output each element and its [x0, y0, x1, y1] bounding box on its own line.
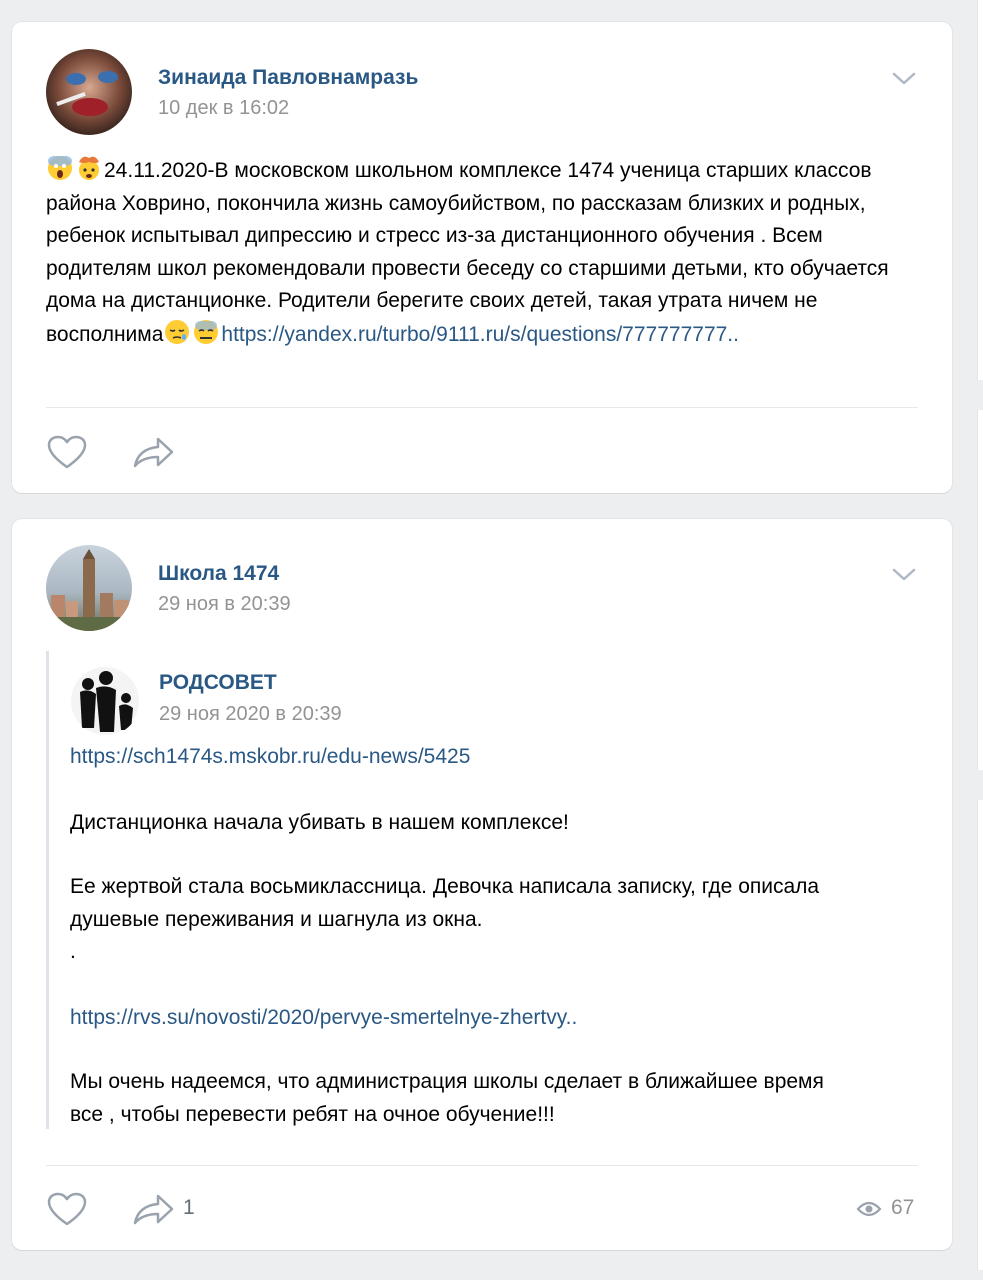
repost-author-name[interactable]: РОДСОВЕТ: [159, 671, 277, 695]
like-heart-icon[interactable]: [46, 434, 88, 470]
repost-date[interactable]: 29 ноя 2020 в 20:39: [159, 703, 342, 726]
post-author-name[interactable]: Зинаида Павловнамразь: [158, 66, 418, 90]
anxious-face-emoji: [194, 319, 219, 344]
sleepy-face-emoji: [165, 319, 190, 344]
right-column-card: [977, 410, 983, 770]
repost-paragraph: все , чтобы перевести ребят на очное обу…: [70, 1103, 555, 1126]
post-divider: [46, 1165, 918, 1166]
post-link[interactable]: https://yandex.ru/turbo/9111.ru/s/questi…: [221, 323, 739, 346]
repost-link-2[interactable]: https://rvs.su/novosti/2020/pervye-smert…: [70, 1002, 920, 1035]
repost-link-1[interactable]: https://sch1474s.mskobr.ru/edu-news/5425: [70, 741, 920, 774]
post-divider: [46, 407, 918, 408]
repost-author-avatar[interactable]: [70, 666, 140, 736]
right-column-card: [977, 800, 983, 1270]
like-heart-icon[interactable]: [46, 1191, 88, 1227]
exploding-head-emoji: [79, 156, 99, 180]
right-column-card: [977, 0, 983, 380]
share-arrow-icon[interactable]: [132, 435, 176, 469]
chevron-down-icon[interactable]: [892, 72, 916, 86]
repost-paragraph: Мы очень надеемся, что администрация шко…: [70, 1070, 824, 1093]
repost-dot: .: [70, 940, 76, 963]
repost-paragraph: Дистанционка начала убивать в нашем комп…: [70, 811, 569, 834]
post-card: Зинаида Павловнамразь 10 дек в 16:02 24.…: [12, 22, 952, 493]
repost-block: РОДСОВЕТ 29 ноя 2020 в 20:39 https://sch…: [46, 651, 929, 1129]
repost-paragraph: душевые переживания и шагнула из окна.: [70, 908, 483, 931]
post-text: 24.11.2020-В московском школьном комплек…: [46, 154, 926, 351]
share-arrow-icon[interactable]: [132, 1192, 176, 1226]
views-count: 67: [891, 1196, 915, 1219]
post-date[interactable]: 29 ноя в 20:39: [158, 593, 291, 616]
post-date[interactable]: 10 дек в 16:02: [158, 97, 289, 120]
post-card: Школа 1474 29 ноя в 20:39 РОДСОВЕТ 29 но…: [12, 519, 952, 1250]
post-author-name[interactable]: Школа 1474: [158, 562, 279, 586]
repost-paragraph: Ее жертвой стала восьмиклассница. Девочк…: [70, 875, 820, 898]
screaming-face-emoji: [48, 156, 72, 180]
author-avatar[interactable]: [46, 545, 132, 631]
author-avatar[interactable]: [46, 49, 132, 135]
chevron-down-icon[interactable]: [892, 568, 916, 582]
views-eye-icon: [856, 1201, 882, 1217]
share-count: 1: [183, 1196, 195, 1219]
